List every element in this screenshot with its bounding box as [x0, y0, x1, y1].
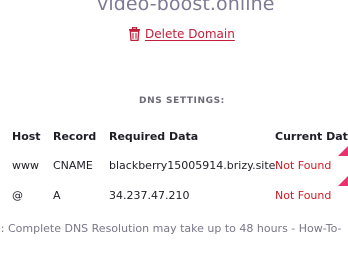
trash-icon: [129, 27, 140, 41]
warning-icon: [338, 146, 348, 156]
column-header-required-data: Required Data: [109, 130, 199, 143]
row-www-required-data: blackberry15005914.brizy.site: [109, 159, 276, 172]
row-root-required-data: 34.237.47.210: [109, 189, 190, 202]
delete-domain-label: Delete Domain: [145, 27, 235, 41]
dns-propagation-note: e: Complete DNS Resolution may take up t…: [0, 222, 342, 235]
warning-icon: [338, 176, 348, 186]
column-header-record: Record: [53, 130, 97, 143]
row-www-host: www: [12, 159, 39, 172]
row-root-host: @: [12, 189, 23, 202]
row-root-record: A: [53, 189, 61, 202]
column-header-host: Host: [12, 130, 41, 143]
dns-settings-heading: DNS SETTINGS:: [139, 96, 225, 106]
row-www-status: Not Found: [275, 159, 332, 172]
delete-domain-link[interactable]: Delete Domain: [128, 27, 235, 41]
domain-name-title: video-boost.online: [97, 0, 275, 15]
row-www-record: CNAME: [53, 159, 93, 172]
row-root-status: Not Found: [275, 189, 332, 202]
domain-dns-panel: video-boost.online Delete Domain DNS SET…: [0, 0, 348, 268]
